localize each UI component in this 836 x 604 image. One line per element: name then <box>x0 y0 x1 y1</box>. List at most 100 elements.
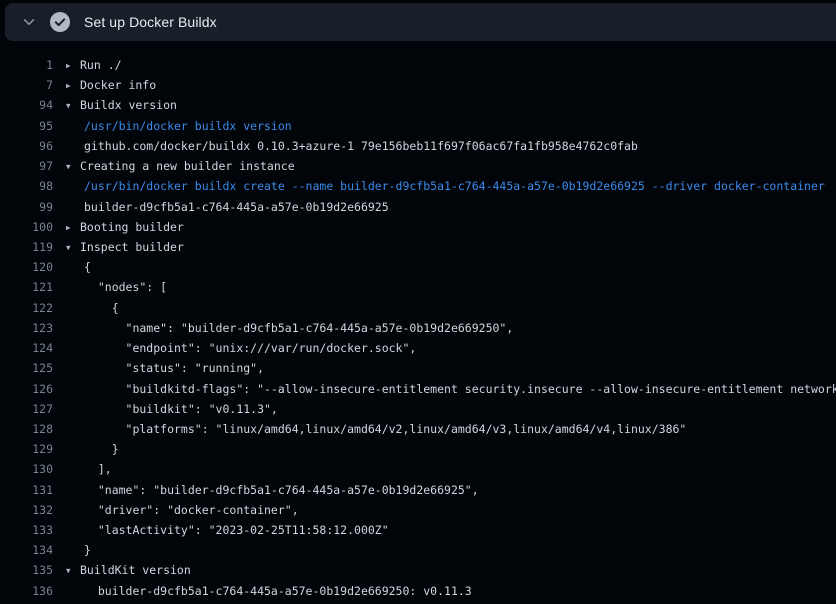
output-text: "buildkitd-flags": "--allow-insecure-ent… <box>66 379 836 399</box>
log-line: 96 github.com/docker/buildx 0.10.3+azure-… <box>0 136 836 156</box>
line-number[interactable]: 98 <box>0 176 53 196</box>
line-number[interactable]: 122 <box>0 298 53 318</box>
log-line: 94 ▼Buildx version <box>0 95 836 115</box>
line-number[interactable]: 123 <box>0 318 53 338</box>
line-number[interactable]: 121 <box>0 277 53 297</box>
log-line: 100 ▶Booting builder <box>0 217 836 237</box>
output-text: { <box>66 257 91 277</box>
log-line: 129 } <box>0 439 836 459</box>
group-title[interactable]: Run ./ <box>80 58 122 72</box>
output-text: "platforms": "linux/amd64,linux/amd64/v2… <box>66 419 686 439</box>
actions-log-viewer: Set up Docker Buildx 1▶Run ./7▶Docker in… <box>0 0 836 604</box>
output-text: "endpoint": "unix:///var/run/docker.sock… <box>66 338 416 358</box>
log-group-toggle[interactable]: ▶Docker info <box>66 75 156 95</box>
output-text: "name": "builder-d9cfb5a1-c764-445a-a57e… <box>66 318 513 338</box>
group-title[interactable]: Inspect builder <box>80 240 184 254</box>
line-number[interactable]: 94 <box>0 95 53 115</box>
log-line: 128 "platforms": "linux/amd64,linux/amd6… <box>0 419 836 439</box>
log-line: 132 "driver": "docker-container", <box>0 500 836 520</box>
chevron-down-icon[interactable] <box>21 14 37 30</box>
log-group-toggle[interactable]: ▼BuildKit version <box>66 560 191 580</box>
log-group-toggle[interactable]: ▼Inspect builder <box>66 237 184 257</box>
command-text: /usr/bin/docker buildx version <box>66 116 292 136</box>
log-group-toggle[interactable]: ▶Run ./ <box>66 55 122 75</box>
group-title[interactable]: Creating a new builder instance <box>80 159 295 173</box>
collapse-group-icon[interactable]: ▼ <box>66 238 80 257</box>
log-line: 124 "endpoint": "unix:///var/run/docker.… <box>0 338 836 358</box>
expand-group-icon[interactable]: ▶ <box>66 218 80 237</box>
command-text: /usr/bin/docker buildx create --name bui… <box>66 176 825 196</box>
output-text: } <box>66 439 119 459</box>
line-number[interactable]: 134 <box>0 540 53 560</box>
log-line: 130 ], <box>0 459 836 479</box>
group-title[interactable]: Buildx version <box>80 98 177 112</box>
collapse-group-icon[interactable]: ▼ <box>66 561 80 580</box>
log-line: 131 "name": "builder-d9cfb5a1-c764-445a-… <box>0 480 836 500</box>
output-text: github.com/docker/buildx 0.10.3+azure-1 … <box>66 136 638 156</box>
log-line: 98/usr/bin/docker buildx create --name b… <box>0 176 836 196</box>
output-text: } <box>66 540 91 560</box>
line-number[interactable]: 130 <box>0 459 53 479</box>
expand-group-icon[interactable]: ▶ <box>66 76 80 95</box>
line-number[interactable]: 128 <box>0 419 53 439</box>
log-line: 99 builder-d9cfb5a1-c764-445a-a57e-0b19d2… <box>0 197 836 217</box>
line-number[interactable]: 132 <box>0 500 53 520</box>
log-line: 123 "name": "builder-d9cfb5a1-c764-445a-… <box>0 318 836 338</box>
line-number[interactable]: 96 <box>0 136 53 156</box>
check-circle-icon <box>50 12 70 32</box>
log-line: 127 "buildkit": "v0.11.3", <box>0 399 836 419</box>
line-number[interactable]: 100 <box>0 217 53 237</box>
output-text: "status": "running", <box>66 358 264 378</box>
log-group-toggle[interactable]: ▶Booting builder <box>66 217 184 237</box>
line-number[interactable]: 135 <box>0 560 53 580</box>
output-text: { <box>66 298 119 318</box>
log-line: 126 "buildkitd-flags": "--allow-insecure… <box>0 379 836 399</box>
output-text: "lastActivity": "2023-02-25T11:58:12.000… <box>66 520 389 540</box>
log-line: 1 ▶Run ./ <box>0 55 836 75</box>
output-text: builder-d9cfb5a1-c764-445a-a57e-0b19d2e6… <box>66 581 472 601</box>
line-number[interactable]: 129 <box>0 439 53 459</box>
log-line: 121 "nodes": [ <box>0 277 836 297</box>
line-number[interactable]: 136 <box>0 581 53 601</box>
log-output: 1▶Run ./7▶Docker info94▼Buildx version95… <box>0 55 836 601</box>
output-text: builder-d9cfb5a1-c764-445a-a57e-0b19d2e6… <box>66 197 389 217</box>
group-title[interactable]: Docker info <box>80 78 156 92</box>
log-line: 134} <box>0 540 836 560</box>
line-number[interactable]: 124 <box>0 338 53 358</box>
log-line: 133 "lastActivity": "2023-02-25T11:58:12… <box>0 520 836 540</box>
collapse-group-icon[interactable]: ▼ <box>66 96 80 115</box>
log-line: 95/usr/bin/docker buildx version <box>0 116 836 136</box>
line-number[interactable]: 99 <box>0 197 53 217</box>
output-text: "name": "builder-d9cfb5a1-c764-445a-a57e… <box>66 480 479 500</box>
output-text: "driver": "docker-container", <box>66 500 299 520</box>
log-line: 122 { <box>0 298 836 318</box>
output-text: "nodes": [ <box>66 277 167 297</box>
log-line: 136 builder-d9cfb5a1-c764-445a-a57e-0b19… <box>0 581 836 601</box>
line-number[interactable]: 131 <box>0 480 53 500</box>
group-title[interactable]: BuildKit version <box>80 563 191 577</box>
line-number[interactable]: 119 <box>0 237 53 257</box>
line-number[interactable]: 127 <box>0 399 53 419</box>
line-number[interactable]: 95 <box>0 116 53 136</box>
line-number[interactable]: 125 <box>0 358 53 378</box>
collapse-group-icon[interactable]: ▼ <box>66 157 80 176</box>
log-line: 97 ▼Creating a new builder instance <box>0 156 836 176</box>
output-text: ], <box>66 459 112 479</box>
log-line: 7 ▶Docker info <box>0 75 836 95</box>
line-number[interactable]: 120 <box>0 257 53 277</box>
line-number[interactable]: 133 <box>0 520 53 540</box>
line-number[interactable]: 1 <box>0 55 53 75</box>
group-title[interactable]: Booting builder <box>80 220 184 234</box>
step-header[interactable]: Set up Docker Buildx <box>5 3 836 41</box>
step-title: Set up Docker Buildx <box>84 14 217 30</box>
log-line: 125 "status": "running", <box>0 358 836 378</box>
log-group-toggle[interactable]: ▼Creating a new builder instance <box>66 156 295 176</box>
expand-group-icon[interactable]: ▶ <box>66 56 80 75</box>
log-line: 120 { <box>0 257 836 277</box>
log-line: 135 ▼BuildKit version <box>0 560 836 580</box>
line-number[interactable]: 97 <box>0 156 53 176</box>
log-line: 119 ▼Inspect builder <box>0 237 836 257</box>
line-number[interactable]: 7 <box>0 75 53 95</box>
log-group-toggle[interactable]: ▼Buildx version <box>66 95 177 115</box>
line-number[interactable]: 126 <box>0 379 53 399</box>
